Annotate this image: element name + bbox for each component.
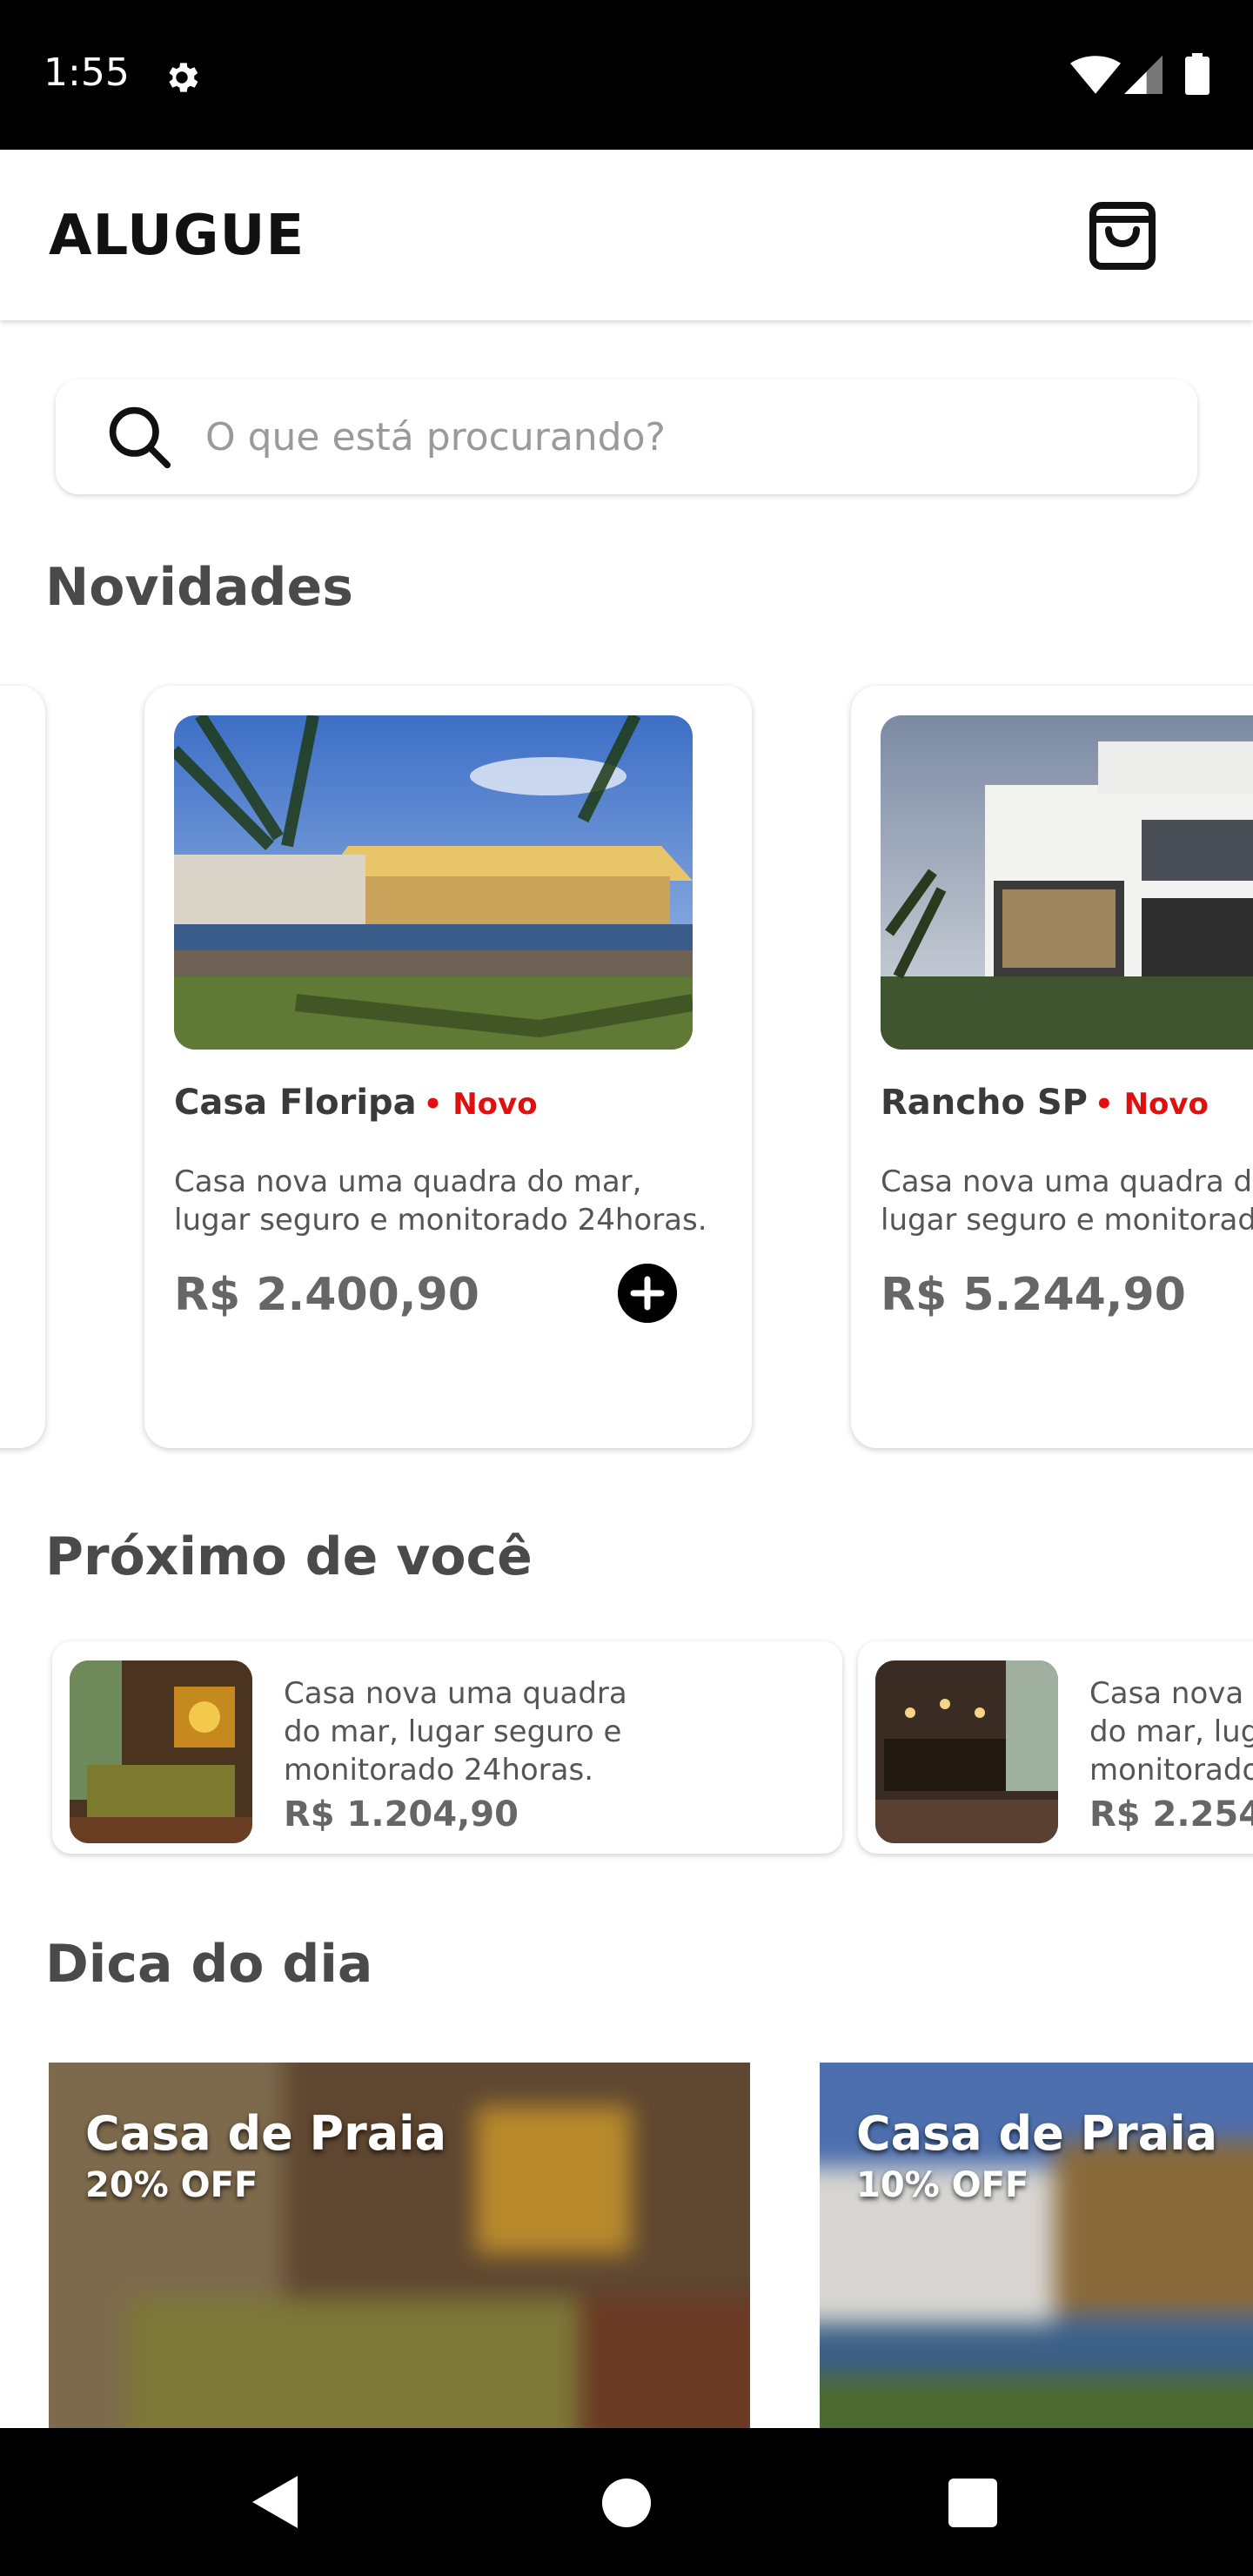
plus-circle-icon[interactable]: [618, 1264, 677, 1323]
description-line: monitorado 24horas.: [284, 1753, 594, 1788]
section-title-proximo: Próximo de você: [45, 1526, 533, 1587]
description-line: do mar, lugar seguro e: [284, 1714, 622, 1749]
status-time: 1:55: [44, 50, 130, 95]
property-card[interactable]: Casa Floripa • Novo Casa nova uma quadra …: [144, 686, 752, 1448]
nearby-price: R$ 2.254,90: [1089, 1794, 1253, 1835]
tip-card[interactable]: Casa de Praia 10% OFF: [820, 2063, 1253, 2428]
tip-card[interactable]: Casa de Praia 20% OFF: [49, 2063, 750, 2428]
signal-icon: [1124, 56, 1163, 94]
section-title-novidades: Novidades: [45, 557, 353, 618]
property-name-text: Rancho SP: [881, 1083, 1088, 1123]
shopping-bag-icon[interactable]: [1086, 195, 1159, 273]
description-line: lugar seguro e monitorado 24horas.: [174, 1203, 707, 1238]
description-line: monitorado 24horas.: [1089, 1753, 1253, 1788]
description-line: Casa nova uma quadra do mar,: [174, 1164, 642, 1199]
description-line: Casa nova uma quadra: [1089, 1676, 1253, 1711]
section-title-dica: Dica do dia: [45, 1934, 373, 1995]
tip-discount: 20% OFF: [85, 2165, 258, 2205]
nearby-card[interactable]: Casa nova uma quadra do mar, lugar segur…: [858, 1641, 1253, 1854]
tip-discount: 10% OFF: [856, 2165, 1029, 2205]
new-badge: • Novo: [423, 1087, 538, 1122]
system-navigation-bar: [0, 2428, 1253, 2576]
recent-apps-icon[interactable]: [948, 2479, 997, 2527]
property-card[interactable]: Rancho SP• Novo Casa nova uma quadra do …: [851, 686, 1253, 1448]
nearby-card[interactable]: Casa nova uma quadra do mar, lugar segur…: [52, 1641, 842, 1854]
description-line: Casa nova uma quadra: [284, 1676, 627, 1711]
search-box[interactable]: [56, 379, 1197, 494]
property-photo: [174, 715, 693, 1050]
app-bar: ALUGUE: [0, 150, 1253, 320]
description-line: Casa nova uma quadra do mar,: [881, 1164, 1253, 1199]
tip-title: Casa de Praia: [85, 2106, 447, 2161]
nearby-photo: [875, 1660, 1058, 1843]
nearby-description: Casa nova uma quadra do mar, lugar segur…: [284, 1674, 684, 1789]
property-name-text: Casa Floripa: [174, 1083, 417, 1123]
gear-icon: [169, 63, 198, 92]
property-card-partial[interactable]: [0, 686, 45, 1448]
description-line: do mar, lugar seguro e: [1089, 1714, 1253, 1749]
status-bar: 1:55: [0, 0, 1253, 150]
nearby-description: Casa nova uma quadra do mar, lugar segur…: [1089, 1674, 1253, 1789]
app-title: ALUGUE: [49, 204, 305, 268]
tip-title: Casa de Praia: [856, 2106, 1218, 2161]
nearby-photo: [70, 1660, 252, 1843]
back-icon[interactable]: [249, 2472, 301, 2532]
property-photo: [881, 715, 1253, 1050]
property-description: Casa nova uma quadra do mar, lugar segur…: [174, 1163, 731, 1239]
search-icon: [109, 406, 171, 469]
battery-icon: [1185, 53, 1209, 95]
home-icon[interactable]: [602, 2479, 651, 2527]
property-price: R$ 2.400,90: [174, 1269, 479, 1321]
new-badge: • Novo: [1095, 1087, 1209, 1122]
search-input[interactable]: [205, 406, 1145, 468]
property-price: R$ 5.244,90: [881, 1269, 1186, 1321]
property-name: Casa Floripa • Novo: [174, 1083, 538, 1123]
nearby-price: R$ 1.204,90: [284, 1794, 519, 1835]
property-description: Casa nova uma quadra do mar, lugar segur…: [881, 1163, 1253, 1239]
property-name: Rancho SP • Novo: [881, 1083, 1209, 1123]
description-line: lugar seguro e monitorado 24horas.: [881, 1203, 1253, 1238]
wifi-icon: [1070, 56, 1121, 94]
